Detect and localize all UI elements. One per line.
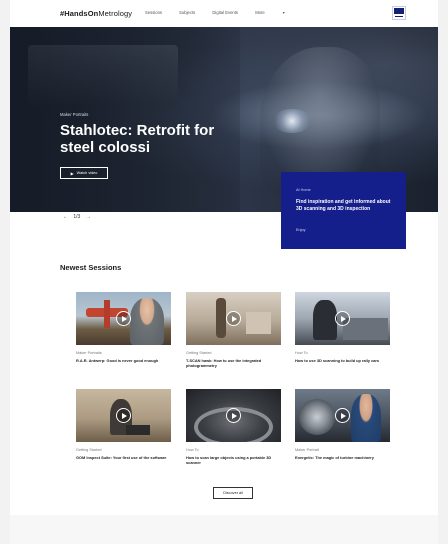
site-header: #HandsOnMetrology Sessions Subjects Digi… bbox=[10, 0, 438, 27]
session-category: Getting Started bbox=[76, 448, 102, 452]
teaser-tag: At Home bbox=[296, 188, 311, 192]
play-icon[interactable] bbox=[335, 311, 350, 326]
arrow-right-icon[interactable]: → bbox=[86, 214, 91, 220]
session-thumbnail[interactable] bbox=[186, 389, 281, 442]
nav-subjects[interactable]: Subjects bbox=[179, 10, 195, 15]
session-category: How To bbox=[186, 448, 199, 452]
chevron-down-icon: ▾ bbox=[282, 10, 285, 15]
session-thumbnail[interactable] bbox=[186, 292, 281, 345]
session-title[interactable]: How to scan large objects using a portab… bbox=[186, 455, 281, 466]
slider-controls: ← 1/3 → bbox=[63, 214, 95, 220]
play-icon[interactable] bbox=[335, 408, 350, 423]
session-title[interactable]: T-SCAN hawk: How to use the integrated p… bbox=[186, 358, 281, 369]
at-home-teaser[interactable]: At Home Find inspiration and get informe… bbox=[281, 172, 406, 249]
play-icon[interactable] bbox=[226, 408, 241, 423]
session-title[interactable]: GOM Inspect Suite: Your first use of the… bbox=[76, 455, 171, 460]
play-icon[interactable] bbox=[226, 311, 241, 326]
hero-eyebrow: Maker Portraits bbox=[60, 112, 89, 117]
main-nav: Sessions Subjects Digital Events More ▾ bbox=[145, 10, 317, 15]
session-category: How To bbox=[295, 351, 308, 355]
hero-title: Stahlotec: Retrofit for steel colossi bbox=[60, 122, 215, 156]
session-thumbnail[interactable] bbox=[76, 389, 171, 442]
hero-image-spark bbox=[272, 109, 312, 133]
slide-counter: 1/3 bbox=[73, 214, 81, 220]
nav-digital-events[interactable]: Digital Events bbox=[212, 10, 238, 15]
session-title[interactable]: How to use 3D scanning to build up rally… bbox=[295, 358, 390, 363]
discover-all-button[interactable]: Discover all bbox=[213, 487, 253, 499]
session-thumbnail[interactable] bbox=[295, 292, 390, 345]
watch-video-button[interactable]: ▶ Watch video bbox=[60, 167, 108, 179]
session-category: Maker Portrait bbox=[295, 448, 319, 452]
footer bbox=[10, 515, 438, 544]
play-icon[interactable] bbox=[116, 408, 131, 423]
arrow-left-icon[interactable]: ← bbox=[63, 214, 68, 220]
play-icon: ▶ bbox=[70, 170, 74, 176]
session-thumbnail[interactable] bbox=[76, 292, 171, 345]
session-title[interactable]: R.A.R. Antwerp: Good is never good enoug… bbox=[76, 358, 171, 363]
page: #HandsOnMetrology Sessions Subjects Digi… bbox=[10, 0, 438, 544]
play-icon[interactable] bbox=[116, 311, 131, 326]
teaser-text: Find inspiration and get informed about … bbox=[296, 199, 391, 212]
session-title[interactable]: Energetic: The magic of turbine machiner… bbox=[295, 455, 390, 460]
session-category: Maker Portraits bbox=[76, 351, 102, 355]
section-title: Newest Sessions bbox=[60, 263, 122, 272]
site-logo[interactable]: #HandsOnMetrology bbox=[60, 9, 132, 18]
zeiss-logo-icon[interactable] bbox=[392, 6, 406, 20]
session-category: Getting Started bbox=[186, 351, 212, 355]
teaser-link[interactable]: Enjoy bbox=[296, 228, 306, 232]
session-thumbnail[interactable] bbox=[295, 389, 390, 442]
nav-sessions[interactable]: Sessions bbox=[145, 10, 162, 15]
nav-more[interactable]: More ▾ bbox=[255, 10, 301, 15]
